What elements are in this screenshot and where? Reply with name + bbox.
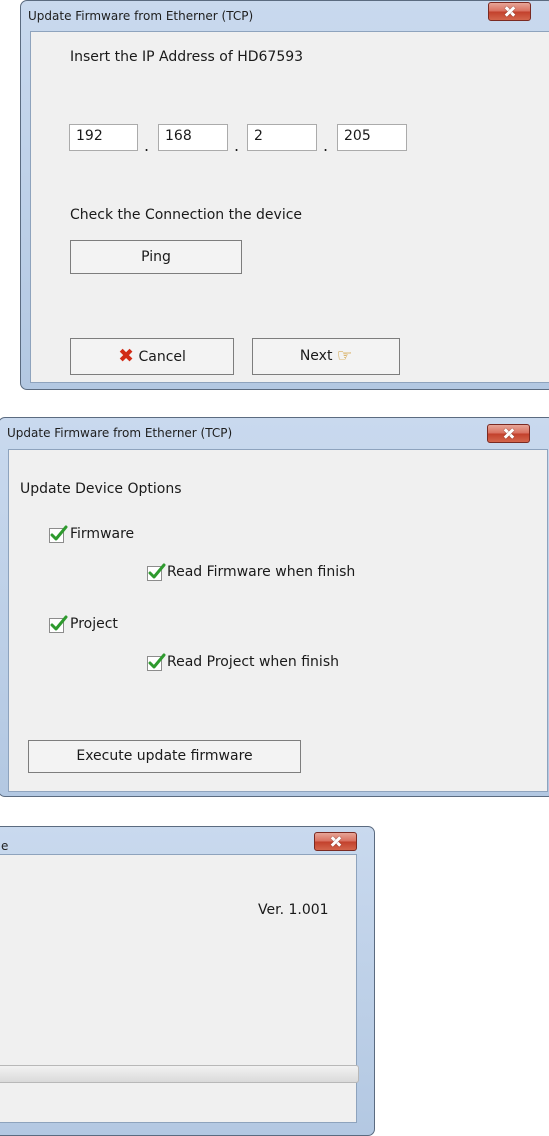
checkmark-icon — [50, 615, 68, 631]
read-firmware-checkbox-label: Read Firmware when finish — [167, 564, 356, 580]
cancel-button[interactable]: ✖ Cancel — [70, 338, 234, 375]
update-options-label: Update Device Options — [20, 481, 182, 497]
firmware-checkbox[interactable] — [49, 525, 68, 543]
project-checkbox-label: Project — [70, 616, 118, 632]
version-label: Ver. 1.001 — [258, 902, 329, 918]
ping-button-label: Ping — [141, 249, 171, 265]
read-project-checkbox-label: Read Project when finish — [167, 654, 339, 670]
read-project-checkbox[interactable] — [147, 653, 166, 671]
dialog-client-area: Update Device Options Firmware Read Firm… — [8, 449, 548, 792]
checkmark-icon — [50, 525, 68, 541]
checkmark-icon — [148, 563, 166, 579]
dialog-title: Update Firmware from Etherner (TCP) — [7, 426, 233, 440]
ip-octet-2-input[interactable]: 168 — [158, 124, 228, 151]
check-connection-label: Check the Connection the device — [70, 207, 303, 223]
ip-octet-3-input[interactable]: 2 — [247, 124, 317, 151]
ip-prompt-label: Insert the IP Address of HD67593 — [70, 49, 304, 65]
update-progress-dialog: e Ver. 1.001 . — [0, 826, 375, 1136]
dialog-client-area: Ver. 1.001 . — [0, 854, 359, 1123]
update-options-dialog: Update Firmware from Etherner (TCP) Upda… — [0, 417, 549, 797]
next-button-label: Next — [299, 348, 333, 364]
checkmark-icon — [148, 653, 166, 669]
ip-octet-1-input[interactable]: 192 — [69, 124, 138, 151]
update-progress-bar — [0, 1065, 359, 1083]
dialog-client-area: Insert the IP Address of HD67593 192 . 1… — [30, 31, 549, 383]
close-button[interactable] — [488, 2, 531, 21]
execute-update-button[interactable]: Execute update firmware — [28, 740, 301, 773]
ip-separator: . — [144, 136, 150, 155]
project-checkbox[interactable] — [49, 615, 68, 633]
ip-separator: . — [234, 136, 240, 155]
ip-separator: . — [323, 136, 329, 155]
ip-octet-4-input[interactable]: 205 — [337, 124, 407, 151]
dialog-title: Update Firmware from Etherner (TCP) — [28, 9, 254, 23]
pointing-hand-icon: ☞ — [336, 346, 353, 366]
read-firmware-checkbox[interactable] — [147, 563, 166, 581]
ping-button[interactable]: Ping — [70, 240, 242, 274]
close-button[interactable] — [487, 424, 530, 443]
x-mark-icon: ✖ — [118, 345, 135, 367]
ip-address-dialog: Update Firmware from Etherner (TCP) Inse… — [20, 0, 549, 390]
cancel-button-label: Cancel — [138, 349, 186, 365]
firmware-checkbox-label: Firmware — [70, 526, 135, 542]
execute-update-button-label: Execute update firmware — [76, 748, 253, 764]
next-button[interactable]: Next ☞ — [252, 338, 400, 375]
close-button[interactable] — [314, 832, 357, 851]
